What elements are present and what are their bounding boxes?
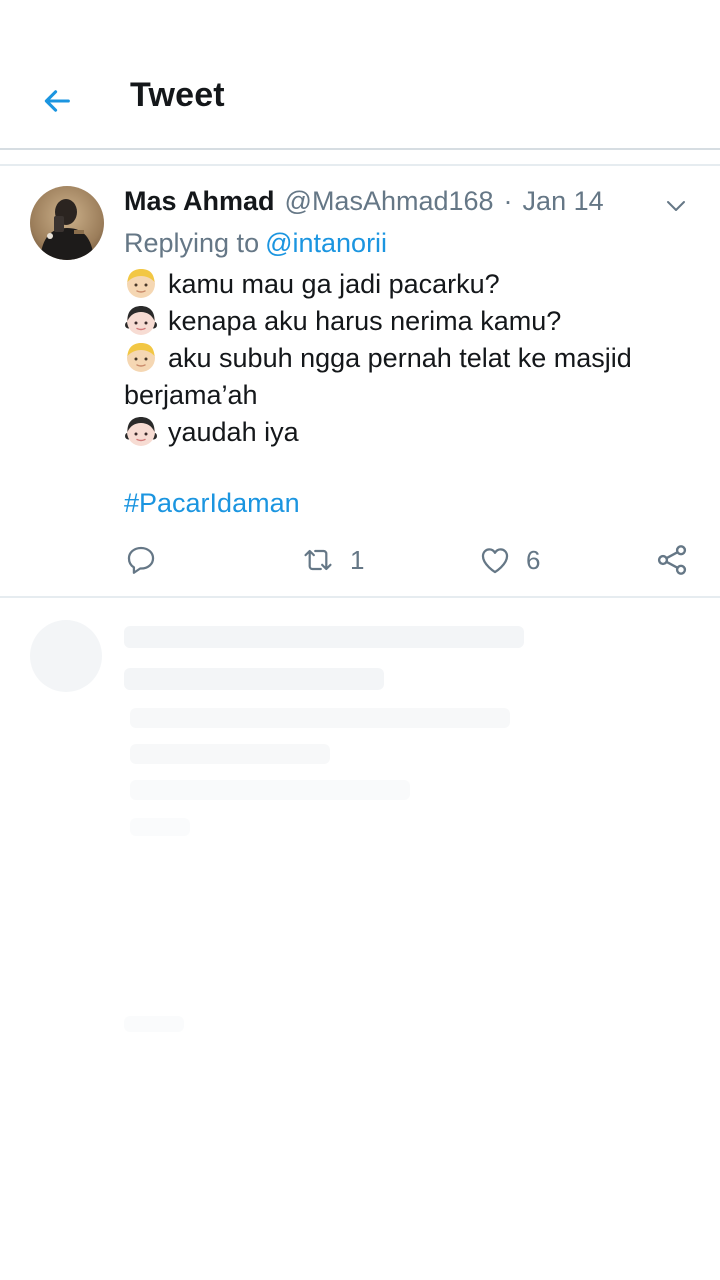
reply-button[interactable]: [124, 540, 158, 580]
author-handle[interactable]: @MasAhmad168: [285, 186, 494, 217]
tweet-menu-button[interactable]: [660, 190, 692, 222]
top-bar: Tweet: [0, 50, 720, 150]
tweet-line-text: kamu mau ga jadi pacarku?: [168, 269, 500, 299]
faded-avatar: [30, 620, 102, 692]
hashtag-link[interactable]: #PacarIdaman: [124, 488, 300, 519]
tweet-detail-screen: Tweet Mas Ahmad @MasAhmad168 · Jan 14 Re…: [0, 0, 720, 1280]
tweet-header: Mas Ahmad @MasAhmad168 · Jan 14: [124, 186, 604, 222]
tweet-line: kamu mau ga jadi pacarku?: [124, 266, 684, 303]
tweet-line: kenapa aku harus nerima kamu?: [124, 303, 684, 340]
avatar[interactable]: [30, 186, 104, 260]
replying-to-label: Replying to: [124, 228, 260, 258]
chevron-down-icon: [667, 201, 685, 211]
status-bar: [0, 0, 720, 50]
boy-emoji-icon: [127, 343, 155, 372]
tweet-actions: 1 6: [0, 540, 720, 580]
dot-separator: ·: [503, 186, 513, 216]
faded-line: [124, 668, 384, 690]
faded-line: [124, 626, 524, 648]
replying-to: Replying to @intanorii: [124, 228, 387, 259]
like-count: 6: [526, 544, 541, 575]
retweet-button[interactable]: 1: [300, 540, 364, 580]
faded-line: [124, 1016, 184, 1032]
tweet-line: yaudah iya: [124, 414, 684, 451]
mention-link[interactable]: @intanorii: [265, 228, 387, 258]
page-title: Tweet: [130, 76, 225, 114]
tweet-text: kamu mau ga jadi pacarku? kenapa aku har…: [124, 266, 684, 451]
faded-line: [130, 780, 410, 800]
share-icon: [657, 545, 687, 575]
faded-line: [130, 708, 510, 728]
girl-emoji-icon: [125, 306, 157, 335]
like-button[interactable]: 6: [478, 540, 540, 580]
retweet-icon: [304, 549, 332, 571]
tweet[interactable]: Mas Ahmad @MasAhmad168 · Jan 14 Replying…: [0, 166, 720, 596]
back-button[interactable]: [30, 74, 84, 128]
girl-emoji-icon: [125, 417, 157, 446]
tweet-line-text: aku subuh ngga pernah telat ke masjid: [168, 343, 632, 373]
tweet-line: berjama’ah: [124, 380, 258, 410]
share-button[interactable]: [654, 540, 690, 580]
author-name[interactable]: Mas Ahmad: [124, 186, 275, 217]
tweet-date[interactable]: Jan 14: [523, 186, 604, 217]
retweet-count: 1: [350, 544, 365, 575]
faded-line: [130, 744, 330, 764]
heart-icon: [481, 548, 509, 574]
arrow-left-icon: [44, 90, 70, 112]
tweet-line-text: yaudah iya: [168, 417, 299, 447]
tweet-line-text: kenapa aku harus nerima kamu?: [168, 306, 562, 336]
faded-line: [130, 818, 190, 836]
faded-reply-area: [0, 598, 720, 1280]
boy-emoji-icon: [127, 269, 155, 298]
tweet-line: aku subuh ngga pernah telat ke masjid: [124, 340, 684, 377]
reply-icon: [127, 546, 155, 574]
